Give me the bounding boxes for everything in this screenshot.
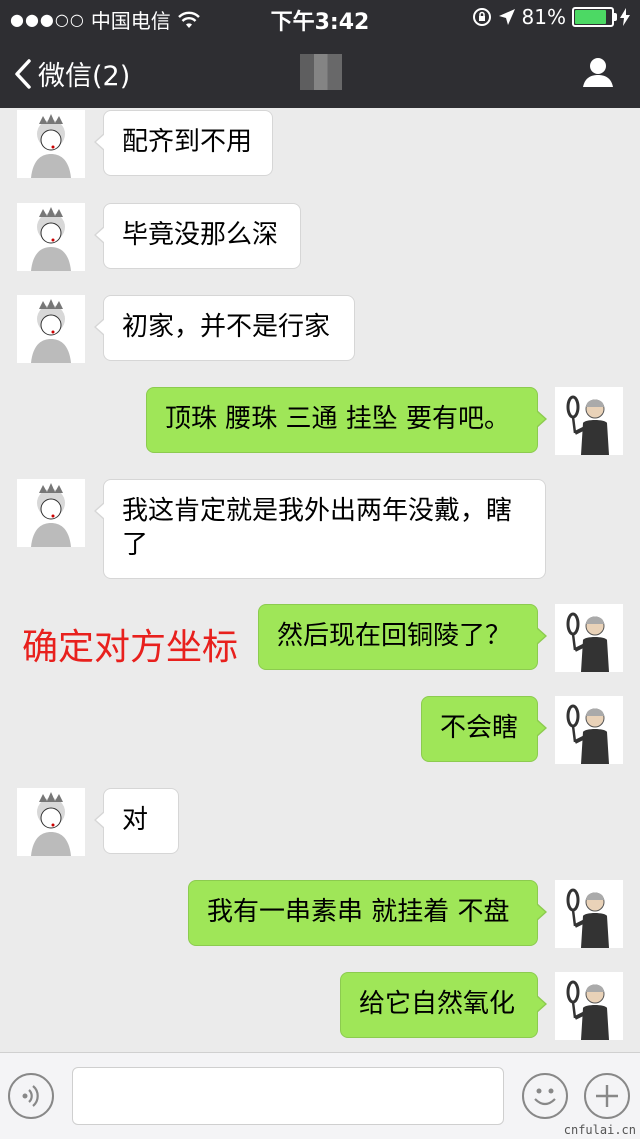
status-right: 81% — [472, 5, 630, 29]
message-bubble[interactable]: 给它自然氧化 — [340, 972, 547, 1038]
smiley-icon — [534, 1088, 556, 1106]
chevron-left-icon — [15, 58, 31, 89]
message-bubble[interactable]: 初家，并不是行家 — [94, 295, 355, 361]
person-icon — [583, 58, 613, 87]
battery-fill — [575, 10, 606, 24]
location-arrow-icon — [498, 9, 515, 25]
my-avatar[interactable] — [555, 604, 623, 672]
my-avatar[interactable] — [555, 696, 623, 764]
chat-info-button[interactable] — [582, 56, 614, 92]
red-annotation-text: 确定对方坐标 — [22, 627, 239, 668]
input-bar: cnfulai.cn — [0, 1052, 640, 1139]
message-text: 然后现在回铜陵了？ — [277, 621, 512, 651]
message-input[interactable] — [72, 1067, 504, 1125]
message-text: 给它自然氧化 — [359, 989, 516, 1019]
plus-icon — [596, 1085, 618, 1107]
message-text: 毕竟没那么深 — [122, 220, 279, 250]
message-bubble[interactable]: 毕竟没那么深 — [94, 203, 301, 269]
emoji-button[interactable] — [522, 1073, 568, 1119]
chat-header: 微信(2) — [0, 36, 640, 108]
message-text: 初家，并不是行家 — [122, 312, 331, 342]
message-bubble[interactable]: 不会瞎 — [421, 696, 547, 762]
back-label: 微信(2) — [38, 61, 131, 92]
contact-avatar[interactable] — [17, 479, 85, 547]
my-avatar[interactable] — [555, 387, 623, 455]
message-text: 我有一串素串 就挂着 不盘 — [207, 897, 510, 927]
message-bubble[interactable]: 配齐到不用 — [94, 110, 273, 176]
voice-wave-icon — [22, 1085, 39, 1107]
status-bar: ●●●○○ 中国电信 下午3:42 81% — [0, 0, 640, 36]
message-text: 对 — [122, 805, 149, 835]
message-text: 不会瞎 — [440, 713, 519, 743]
message-text: 配齐到不用 — [122, 127, 253, 157]
my-avatar[interactable] — [555, 972, 623, 1040]
voice-input-button[interactable] — [8, 1073, 54, 1119]
message-bubble[interactable]: 我有一串素串 就挂着 不盘 — [188, 880, 547, 946]
watermark: cnfulai.cn — [563, 1123, 636, 1137]
chat-title-pixelated — [300, 54, 342, 90]
rotation-lock-icon — [472, 8, 491, 26]
contact-avatar[interactable] — [17, 295, 85, 363]
contact-avatar[interactable] — [17, 788, 85, 856]
more-button[interactable] — [584, 1073, 630, 1119]
my-avatar[interactable] — [555, 880, 623, 948]
charging-bolt-icon — [620, 8, 630, 26]
back-button[interactable]: 微信(2) — [14, 54, 130, 93]
contact-avatar[interactable] — [17, 110, 85, 178]
message-bubble[interactable]: 然后现在回铜陵了？ — [258, 604, 547, 670]
message-bubble[interactable]: 顶珠 腰珠 三通 挂坠 要有吧。 — [146, 387, 547, 453]
message-list[interactable]: 配齐到不用 毕竟没那么深 初家，并不是行家 顶珠 腰珠 三通 挂坠 要有吧。 我 — [0, 108, 640, 1052]
message-bubble[interactable]: 对 — [94, 788, 179, 854]
message-bubble[interactable]: 我这肯定就是我外出两年没戴，瞎了 — [94, 479, 546, 579]
contact-avatar[interactable] — [17, 203, 85, 271]
battery-icon — [572, 7, 617, 27]
battery-percent: 81% — [521, 5, 566, 29]
message-text: 我这肯定就是我外出两年没戴，瞎了 — [122, 496, 513, 560]
message-text: 顶珠 腰珠 三通 挂坠 要有吧。 — [165, 404, 511, 434]
